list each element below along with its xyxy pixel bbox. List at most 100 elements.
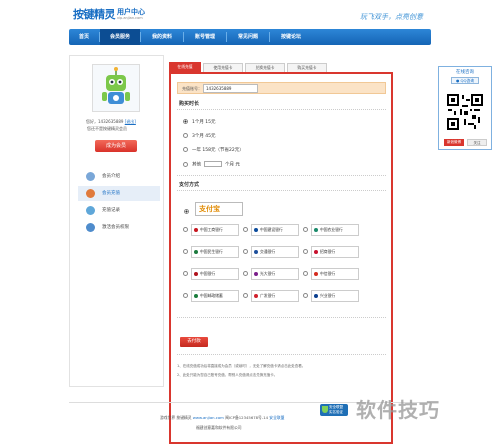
qq-icon: ● [455,78,460,83]
footer-text: 游戏世界 按键精灵 [160,415,193,420]
bank-label: 招商银行 [320,249,336,254]
bank-radio[interactable] [303,249,308,254]
sidebar-item-member-recharge[interactable]: 会员充值 [78,186,160,201]
user-id: 您好，1432635889 [退出] [86,119,136,125]
account-label: 充值账号： [182,86,202,91]
nav-faq[interactable]: 常见问题 [227,29,269,45]
alipay-option[interactable]: 支付宝 [195,202,243,216]
bank-boc[interactable]: 中国银行 [191,268,239,280]
bank-cmbc[interactable]: 中国民生银行 [191,246,239,258]
nav-member-service[interactable]: 会员服务 [100,29,140,45]
side-menu: 会员介绍 会员充值 充值记录 激活会员权限 [78,169,160,237]
footer-site-link[interactable]: www.anjian.com [193,415,224,420]
option-label: 一年 158元（节省22元） [192,148,244,153]
pay-button[interactable]: 去付款 [180,337,208,347]
nav-forum[interactable]: 按键论坛 [270,29,312,45]
sidebar-item-member-intro[interactable]: 会员介绍 [78,169,160,184]
qr-code-icon [446,93,484,131]
bank-label: 中国建设银行 [260,227,283,232]
bank-label: 广发银行 [260,293,276,298]
robot-avatar-icon [102,67,130,104]
logout-link[interactable]: [退出] [125,119,136,124]
nav-account[interactable]: 账号管理 [184,29,226,45]
account-input[interactable]: 1432635889 [203,84,258,93]
bank-radio[interactable] [183,227,188,232]
member-status: 您还不是按键精灵会员 [87,126,127,131]
note-2: 2、此处只能为您自己账号充值，帮别人充值请点击兑换充值卡。 [177,373,278,377]
bank-radio[interactable] [243,293,248,298]
bank-radio[interactable] [183,249,188,254]
duration-option-custom[interactable]: 其他 个月 元 [183,161,240,168]
nav-my-profile[interactable]: 我的资料 [141,29,183,45]
become-member-button[interactable]: 成为会员 [95,140,137,152]
bank-logo-icon [254,228,258,232]
radio-selected[interactable] [183,119,188,124]
account-row: 充值账号： 1432635889 [177,82,386,94]
custom-months-input[interactable] [204,161,222,167]
recharge-main: 在线充值 使用充值卡 兑换充值卡 购买充值卡 充值账号： 1432635889 … [169,60,394,444]
bank-radio[interactable] [303,271,308,276]
tab-exchange-card[interactable]: 兑换充值卡 [245,63,285,72]
bank-icbc[interactable]: 中国工商银行 [191,224,239,236]
bank-citic[interactable]: 中信银行 [311,268,359,280]
bank-abc[interactable]: 中国农业银行 [311,224,359,236]
option-label: 3个月 45元 [192,134,216,139]
nav-home[interactable]: 首页 [69,29,99,45]
bank-cgb[interactable]: 广发银行 [251,290,299,302]
bank-ccb[interactable]: 中国建设银行 [251,224,299,236]
bank-radio[interactable] [183,293,188,298]
sidebar-item-label: 会员介绍 [102,174,120,179]
bank-cib[interactable]: 兴业银行 [311,290,359,302]
divider [177,317,386,318]
bank-label: 中国工商银行 [200,227,223,232]
bank-ceb[interactable]: 光大银行 [251,268,299,280]
tab-online-recharge[interactable]: 在线充值 [169,62,201,72]
bank-radio[interactable] [183,271,188,276]
bank-psbc[interactable]: 中国邮政储蓄 [191,290,239,302]
weibo-button[interactable]: 新浪微博 [444,139,464,146]
user-sidebar: 您好，1432635889 [退出] 您还不是按键精灵会员 成为会员 会员介绍 … [69,55,164,387]
footer-security-link[interactable]: 安全联盟 [269,415,284,420]
tab-buy-card[interactable]: 购买充值卡 [287,63,327,72]
bank-logo-icon [194,250,198,254]
slogan: 玩飞双手，点亮创意 [360,13,423,21]
bank-logo-icon [314,272,318,276]
trust-badge[interactable]: 安全联盟 实名验证 [320,404,348,416]
consult-title: 在线咨询 [456,70,474,75]
tab-use-card[interactable]: 使用充值卡 [203,63,243,72]
radio[interactable] [183,161,188,167]
info-icon [86,172,95,181]
bank-radio[interactable] [243,249,248,254]
watermark: 软件技巧 [356,398,440,422]
bank-label: 交通银行 [260,249,276,254]
recharge-panel: 充值账号： 1432635889 购买时长 1个月 15元 3个月 45元 一年… [169,72,393,444]
duration-option-3m[interactable]: 3个月 45元 [183,133,216,139]
bank-cmb[interactable]: 招商银行 [311,246,359,258]
bank-logo-icon [314,250,318,254]
alipay-radio[interactable] [184,209,189,214]
option-label: 1个月 15元 [192,120,216,125]
duration-option-1y[interactable]: 一年 158元（节省22元） [183,147,244,153]
radio[interactable] [183,133,188,138]
duration-title: 购买时长 [179,101,200,107]
bank-bocom[interactable]: 交通银行 [251,246,299,258]
radio[interactable] [183,147,188,152]
sidebar-item-label: 激活会员权限 [102,225,129,230]
divider [177,109,386,110]
bank-radio[interactable] [303,227,308,232]
follow-button[interactable]: 关注 [467,139,487,146]
sidebar-item-activate[interactable]: 激活会员权限 [78,220,160,235]
coin-icon [86,189,95,198]
main-nav: 首页 会员服务 我的资料 账号管理 常见问题 按键论坛 [69,29,431,45]
bank-radio[interactable] [303,293,308,298]
bank-radio[interactable] [243,227,248,232]
payment-title: 支付方式 [179,182,200,188]
duration-option-1m[interactable]: 1个月 15元 [183,119,216,125]
sidebar-item-label: 充值记录 [102,208,120,213]
bank-radio[interactable] [243,271,248,276]
bank-logo-icon [194,294,198,298]
qq-consult-button[interactable]: ● QQ咨询 [451,77,479,84]
sidebar-item-recharge-history[interactable]: 充值记录 [78,203,160,218]
logo[interactable]: 按键精灵 [73,6,116,22]
header: 按键精灵 用户中心 vip.anjian.com 玩飞双手，点亮创意 [0,0,500,30]
